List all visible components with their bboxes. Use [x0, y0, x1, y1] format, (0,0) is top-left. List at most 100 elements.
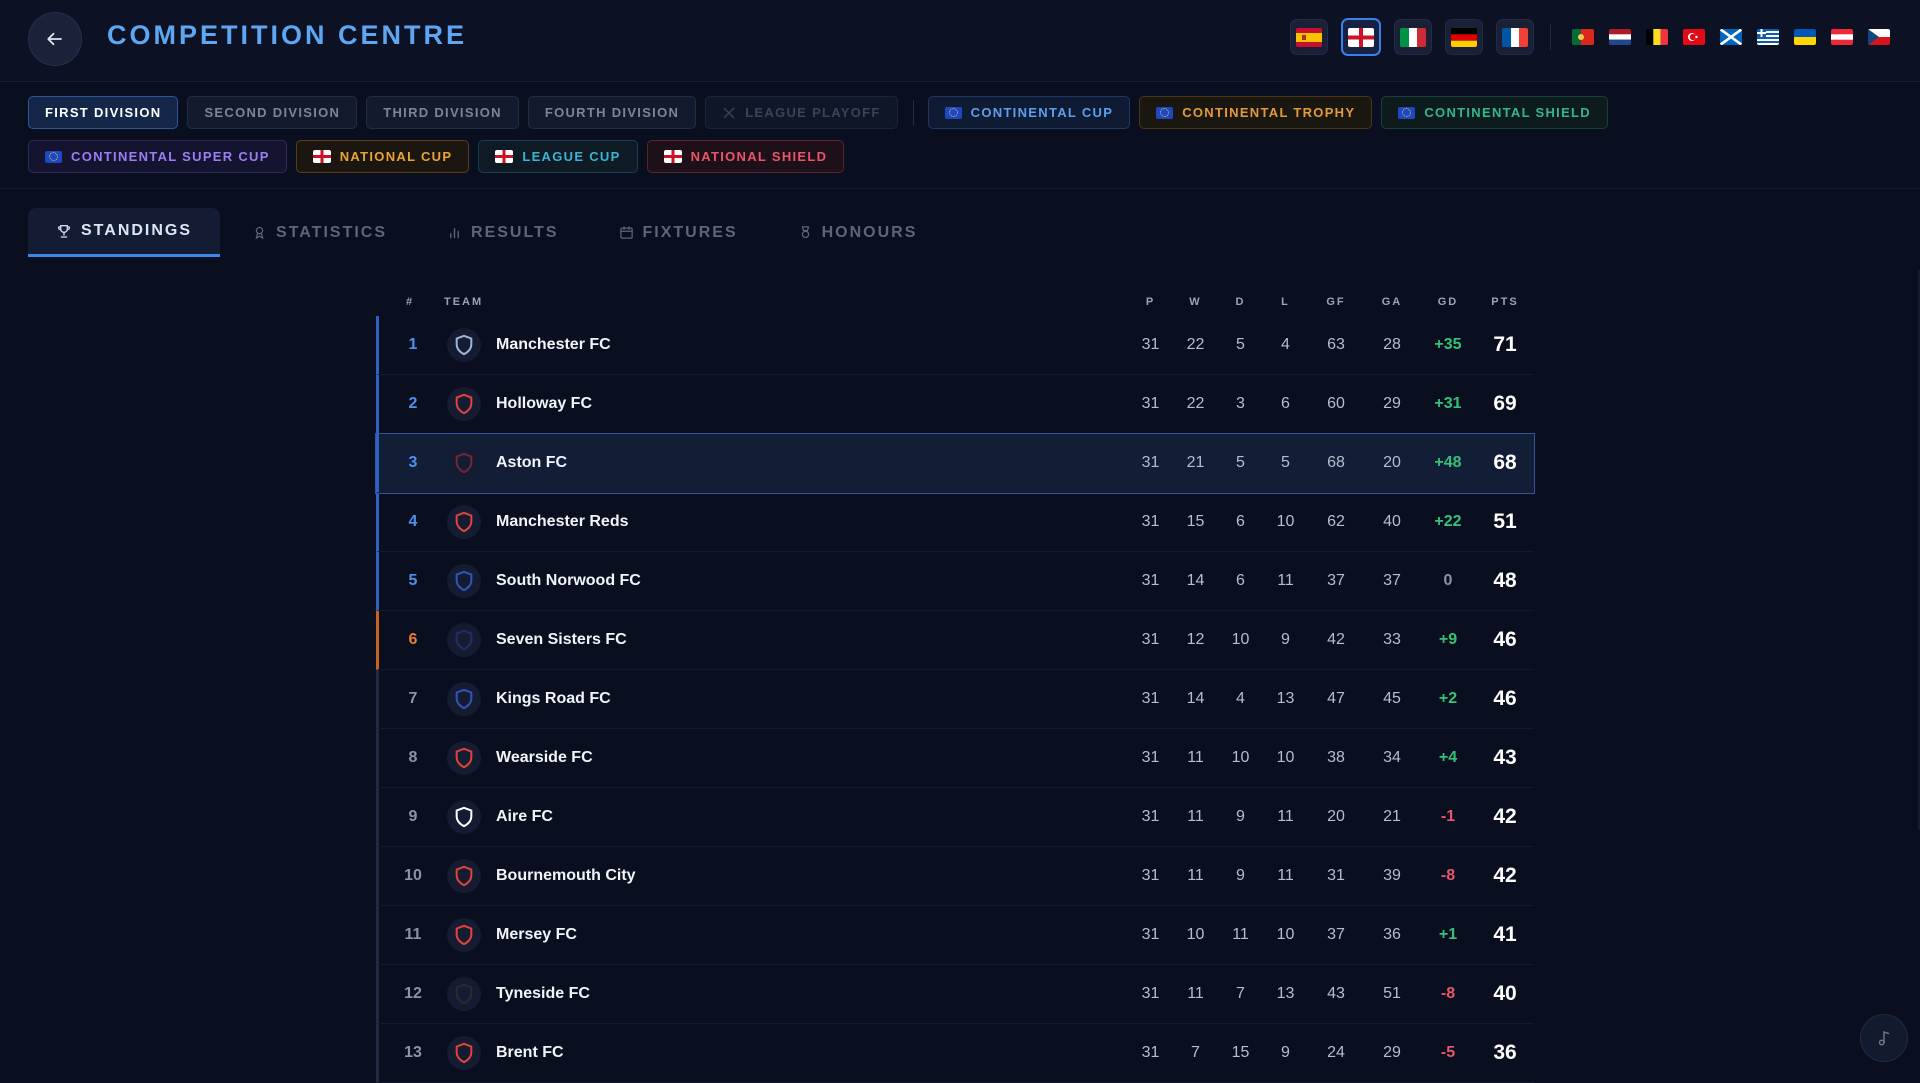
calendar-icon — [619, 225, 634, 240]
lost: 10 — [1276, 926, 1295, 943]
goals-for: 37 — [1327, 926, 1345, 943]
competition-national-shield[interactable]: NATIONAL SHIELD — [646, 140, 845, 173]
flag-italy-button[interactable] — [1394, 19, 1432, 55]
position: 11 — [404, 926, 422, 943]
points: 51 — [1493, 510, 1517, 533]
tab-honours[interactable]: HONOURS — [770, 208, 946, 257]
music-note-icon — [1878, 1030, 1890, 1046]
flag-belgium-button[interactable] — [1646, 29, 1668, 45]
competition-continental-cup[interactable]: CONTINENTAL CUP — [927, 96, 1131, 129]
competition-continental-trophy[interactable]: CONTINENTAL TROPHY — [1139, 96, 1373, 129]
team-name[interactable]: Wearside FC — [496, 749, 1128, 767]
table-row[interactable]: 1 Manchester FC 31 22 5 4 63 28 +35 71 — [376, 316, 1534, 375]
flag-netherlands-button[interactable] — [1609, 29, 1631, 45]
tab-statistics[interactable]: STATISTICS — [224, 208, 415, 257]
goal-difference: 0 — [1443, 572, 1453, 589]
eu-flag-icon — [1156, 106, 1174, 119]
goal-difference: +31 — [1434, 395, 1462, 412]
flag-turkey-button[interactable] — [1683, 29, 1705, 45]
club-badge — [447, 977, 481, 1011]
position: 2 — [408, 395, 418, 412]
table-row[interactable]: 8 Wearside FC 31 11 10 10 38 34 +4 43 — [376, 729, 1534, 788]
table-row[interactable]: 11 Mersey FC 31 10 11 10 37 36 +1 41 — [376, 906, 1534, 965]
goal-difference: +9 — [1438, 631, 1458, 648]
position: 10 — [404, 867, 422, 884]
flag-ukraine-button[interactable] — [1794, 29, 1816, 45]
drawn: 9 — [1236, 808, 1245, 825]
table-row[interactable]: 7 Kings Road FC 31 14 4 13 47 45 +2 46 — [376, 670, 1534, 729]
shield-icon — [455, 629, 473, 651]
goal-difference: -1 — [1440, 808, 1456, 825]
team-name[interactable]: Brent FC — [496, 1044, 1128, 1062]
england-flag-icon — [1348, 27, 1374, 47]
table-row[interactable]: 4 Manchester Reds 31 15 6 10 62 40 +22 51 — [376, 493, 1534, 552]
england-flag-icon — [495, 150, 514, 163]
team-name[interactable]: South Norwood FC — [496, 572, 1128, 590]
competition-league-cup[interactable]: LEAGUE CUP — [478, 140, 638, 173]
flag-portugal-button[interactable] — [1572, 29, 1594, 45]
competition-first-division[interactable]: FIRST DIVISION — [28, 96, 179, 129]
tab-fixtures[interactable]: FIXTURES — [591, 208, 766, 257]
competition-national-cup[interactable]: NATIONAL CUP — [295, 140, 470, 173]
flag-france-button[interactable] — [1496, 19, 1534, 55]
eu-flag-icon — [45, 150, 62, 163]
flag-greece-button[interactable] — [1757, 29, 1779, 45]
trophy-icon — [56, 223, 72, 239]
team-name[interactable]: Aston FC — [496, 454, 1128, 472]
position: 3 — [408, 454, 418, 471]
table-row[interactable]: 13 Brent FC 31 7 15 9 24 29 -5 36 — [376, 1024, 1534, 1083]
header-played: P — [1145, 296, 1156, 308]
goals-for: 20 — [1327, 808, 1345, 825]
tab-results[interactable]: RESULTS — [419, 208, 586, 257]
competition-league-playoff[interactable]: LEAGUE PLAYOFF — [705, 96, 898, 129]
team-name[interactable]: Bournemouth City — [496, 867, 1128, 885]
nation-selector — [1277, 18, 1890, 56]
competition-label: THIRD DIVISION — [383, 105, 502, 120]
drawn: 6 — [1236, 513, 1245, 530]
goals-against: 29 — [1383, 1044, 1401, 1061]
back-button[interactable] — [28, 12, 82, 66]
team-name[interactable]: Tyneside FC — [496, 985, 1128, 1003]
team-name[interactable]: Holloway FC — [496, 395, 1128, 413]
flag-czech-republic-button[interactable] — [1868, 29, 1890, 45]
view-tabs: STANDINGS STATISTICS RESULTS FIXTURES HO… — [28, 208, 949, 257]
team-name[interactable]: Manchester Reds — [496, 513, 1128, 531]
competition-continental-shield[interactable]: CONTINENTAL SHIELD — [1381, 96, 1608, 129]
flag-divider — [1550, 24, 1551, 50]
table-row[interactable]: 10 Bournemouth City 31 11 9 11 31 39 -8 42 — [376, 847, 1534, 906]
table-row[interactable]: 9 Aire FC 31 11 9 11 20 21 -1 42 — [376, 788, 1534, 847]
played: 31 — [1141, 690, 1160, 707]
table-body: 1 Manchester FC 31 22 5 4 63 28 +35 71 2 Holloway F… — [375, 316, 1535, 1083]
competition-second-division[interactable]: SECOND DIVISION — [187, 96, 358, 129]
team-name[interactable]: Manchester FC — [496, 336, 1128, 354]
team-name[interactable]: Aire FC — [496, 808, 1128, 826]
team-name[interactable]: Seven Sisters FC — [496, 631, 1128, 649]
flag-scotland-button[interactable] — [1720, 29, 1742, 45]
table-row[interactable]: 2 Holloway FC 31 22 3 6 60 29 +31 69 — [376, 375, 1534, 434]
table-row[interactable]: 5 South Norwood FC 31 14 6 11 37 37 0 48 — [376, 552, 1534, 611]
goal-difference: +1 — [1438, 926, 1458, 943]
table-row[interactable]: 12 Tyneside FC 31 11 7 13 43 51 -8 40 — [376, 965, 1534, 1024]
goals-against: 37 — [1383, 572, 1401, 589]
club-badge — [447, 328, 481, 362]
goal-difference: +22 — [1434, 513, 1462, 530]
team-name[interactable]: Mersey FC — [496, 926, 1128, 944]
competition-third-division[interactable]: THIRD DIVISION — [366, 96, 519, 129]
header-goals-against: GA — [1381, 296, 1403, 308]
tab-standings[interactable]: STANDINGS — [28, 208, 221, 257]
flag-germany-button[interactable] — [1445, 19, 1483, 55]
competition-fourth-division[interactable]: FOURTH DIVISION — [527, 96, 697, 129]
music-button[interactable] — [1860, 1014, 1908, 1062]
flag-spain-button[interactable] — [1290, 19, 1328, 55]
shield-icon — [455, 1042, 473, 1064]
club-badge — [447, 1036, 481, 1070]
table-row[interactable]: 6 Seven Sisters FC 31 12 10 9 42 33 +9 46 — [376, 611, 1534, 670]
team-name[interactable]: Kings Road FC — [496, 690, 1128, 708]
competition-row-cups: CONTINENTAL SUPER CUP NATIONAL CUP LEAGU… — [28, 139, 1908, 174]
competition-continental-super-cup[interactable]: CONTINENTAL SUPER CUP — [28, 140, 287, 173]
goals-for: 38 — [1327, 749, 1345, 766]
flag-england-button[interactable] — [1341, 18, 1381, 56]
table-header: # TEAM P W D L GF GA GD PTS — [376, 288, 1534, 316]
table-row[interactable]: 3 Aston FC 31 21 5 5 68 20 +48 68 — [375, 433, 1535, 494]
flag-austria-button[interactable] — [1831, 29, 1853, 45]
